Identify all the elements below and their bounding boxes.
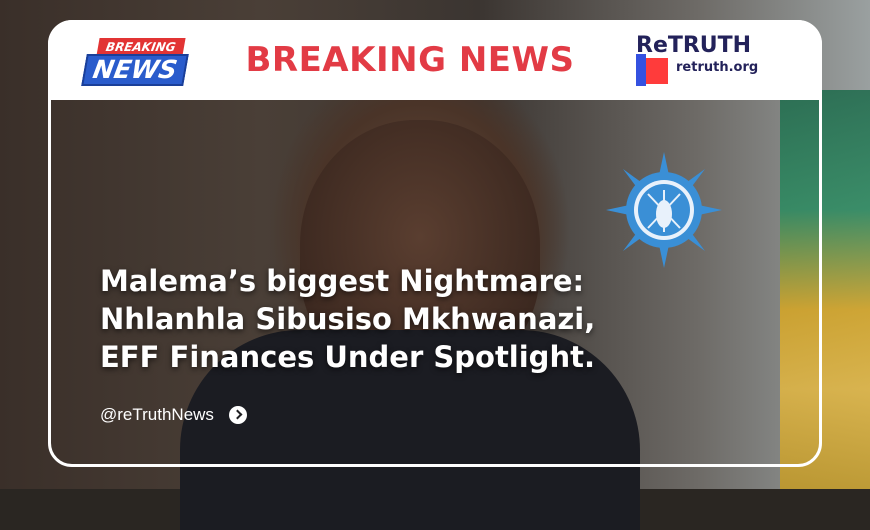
chevron-right-icon[interactable] <box>229 406 248 424</box>
social-handle[interactable]: @reTruthNews <box>100 403 214 427</box>
page-title: BREAKING NEWS <box>245 40 575 80</box>
breaking-news-badge: BREAKING NEWS <box>81 38 190 88</box>
headline-line: Malema’s biggest Nightmare: <box>100 264 585 298</box>
logo-mark-icon <box>636 54 670 86</box>
headline-line: EFF Finances Under Spotlight. <box>100 340 595 374</box>
retruth-logo[interactable]: ReTRUTH retruth.org <box>636 34 776 88</box>
logo-url: retruth.org <box>676 60 759 75</box>
police-emblem-icon <box>606 152 722 268</box>
headline-line: Nhlanhla Sibusiso Mkhwanazi, <box>100 302 596 336</box>
social-handle-row[interactable]: @reTruthNews <box>100 403 248 427</box>
headline: Malema’s biggest Nightmare: Nhlanhla Sib… <box>100 262 720 376</box>
badge-bottom-label: NEWS <box>81 54 189 86</box>
